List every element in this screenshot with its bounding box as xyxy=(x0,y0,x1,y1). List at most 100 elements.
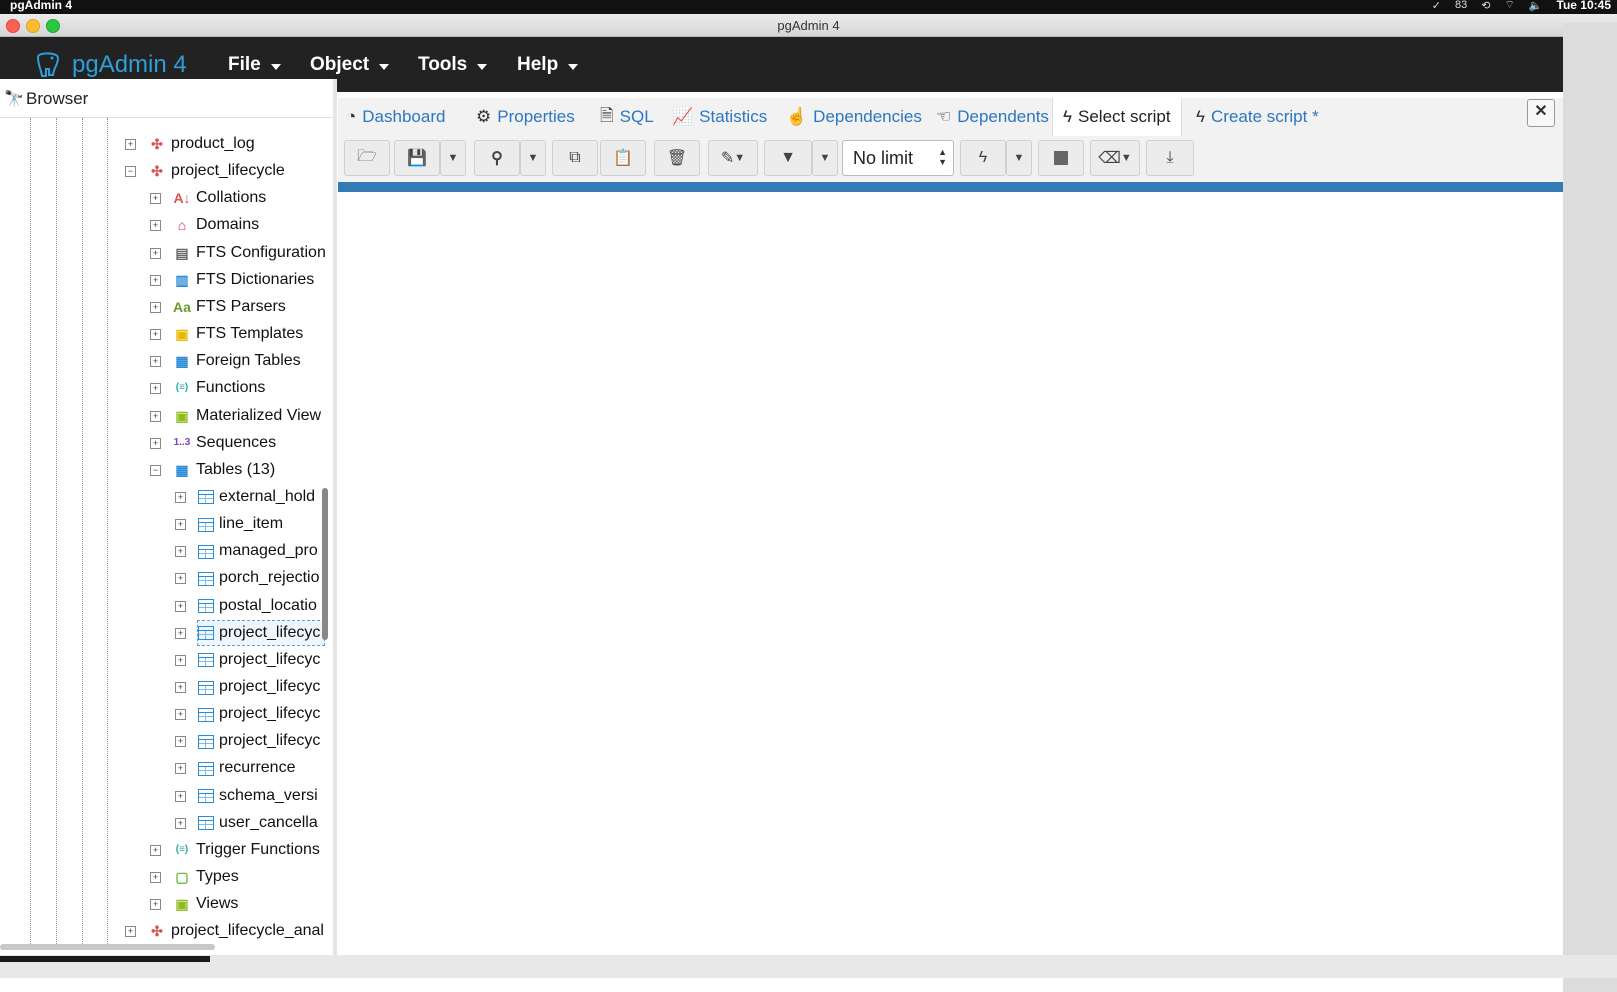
expand-node-icon[interactable]: + xyxy=(150,437,161,449)
expand-node-icon[interactable]: + xyxy=(175,546,186,558)
expand-node-icon[interactable]: + xyxy=(150,383,161,395)
tree-horizontal-scrollbar[interactable] xyxy=(0,944,215,950)
tree-node[interactable]: external_hold xyxy=(198,485,315,509)
tree-node[interactable]: ✣ project_lifecycle xyxy=(148,159,285,183)
tree-node[interactable]: managed_pro xyxy=(198,539,318,563)
menu-object[interactable]: Object xyxy=(310,54,390,76)
tree-node[interactable]: ▣ Views xyxy=(173,892,238,916)
save-dropdown-button[interactable]: ▼ xyxy=(440,140,466,176)
tab-statistics[interactable]: 📈 Statistics xyxy=(672,98,767,136)
menu-file[interactable]: File xyxy=(228,54,281,76)
tree-node[interactable]: project_lifecyc xyxy=(198,702,320,726)
tab-select-script[interactable]: ϟ Select script xyxy=(1052,98,1182,136)
download-button[interactable]: ⤓ xyxy=(1146,140,1194,176)
panel-splitter[interactable] xyxy=(333,79,337,959)
expand-node-icon[interactable]: + xyxy=(175,682,186,693)
expand-node-icon[interactable]: + xyxy=(150,193,161,205)
expand-node-icon[interactable]: + xyxy=(175,817,186,829)
tree-node[interactable]: (≡) Functions xyxy=(173,376,266,400)
tab-sql[interactable]: 🗎 SQL xyxy=(600,98,654,136)
time-machine-icon[interactable]: ⟲ xyxy=(1481,0,1490,12)
execute-dropdown-button[interactable]: ▼ xyxy=(1006,140,1032,176)
tree-node[interactable]: ▥ FTS Dictionaries xyxy=(173,268,314,292)
tree-node[interactable]: postal_locatio xyxy=(198,594,317,618)
tab-dependents[interactable]: ☜ Dependents xyxy=(936,98,1049,136)
tree-node[interactable]: ✣ project_lifecycle_anal xyxy=(148,919,324,943)
tree-node[interactable]: ▣ Materialized View xyxy=(173,404,321,428)
expand-node-icon[interactable]: + xyxy=(150,899,161,911)
tree-node[interactable]: ▦ Foreign Tables xyxy=(173,349,300,373)
tree-node[interactable]: ▢ Types xyxy=(173,865,238,889)
clear-button[interactable]: ⌫ ▼ xyxy=(1090,140,1140,176)
execute-button[interactable]: ϟ xyxy=(960,140,1006,176)
expand-node-icon[interactable]: + xyxy=(150,410,161,422)
expand-node-icon[interactable]: + xyxy=(175,654,186,666)
expand-node-icon[interactable]: + xyxy=(175,627,186,639)
menu-tools[interactable]: Tools xyxy=(418,54,488,76)
expand-node-icon[interactable]: + xyxy=(150,220,161,232)
delete-button[interactable]: 🗑 xyxy=(654,140,700,176)
copy-button[interactable]: ⧉ xyxy=(552,140,598,176)
expand-node-icon[interactable]: + xyxy=(150,872,161,884)
expand-node-icon[interactable]: + xyxy=(150,356,161,368)
tree-node[interactable]: line_item xyxy=(198,512,283,536)
tab-dependencies[interactable]: ☝ Dependencies xyxy=(786,98,922,136)
expand-node-icon[interactable]: + xyxy=(150,301,161,313)
tree-node[interactable]: ▣ FTS Templates xyxy=(173,322,303,346)
expand-node-icon[interactable]: + xyxy=(175,491,186,503)
script-content-area[interactable] xyxy=(338,192,1563,955)
clock[interactable]: Tue 10:45 xyxy=(1557,0,1611,12)
menu-help[interactable]: Help xyxy=(517,54,579,76)
expand-node-icon[interactable]: + xyxy=(125,139,136,150)
expand-node-icon[interactable]: + xyxy=(150,329,161,341)
tab-create-script[interactable]: ϟ Create script * xyxy=(1196,98,1319,136)
tree-node[interactable]: user_cancella xyxy=(198,811,318,835)
filter-button[interactable]: ▼ xyxy=(764,140,812,176)
expand-node-icon[interactable]: + xyxy=(175,736,186,748)
tree-node[interactable]: schema_versi xyxy=(198,784,318,808)
close-tab-button[interactable]: ✕ xyxy=(1527,99,1555,127)
expand-node-icon[interactable]: + xyxy=(175,709,186,721)
edit-button[interactable]: ✎ ▼ xyxy=(708,140,758,176)
tab-properties[interactable]: ⚙ Properties xyxy=(476,98,575,136)
expand-node-icon[interactable]: + xyxy=(150,274,161,286)
tree-node[interactable]: Aa FTS Parsers xyxy=(173,295,286,319)
browser-tree[interactable]: + ✣ product_log − ✣ project_lifecycle + A↓ Colla… xyxy=(0,118,330,958)
save-button[interactable]: 💾 xyxy=(394,140,440,176)
find-dropdown-button[interactable]: ▼ xyxy=(520,140,546,176)
tree-node[interactable]: project_lifecyc xyxy=(198,729,320,753)
volume-icon[interactable]: 🔈 xyxy=(1529,0,1543,12)
paste-button[interactable]: 📋 xyxy=(600,140,646,176)
expand-node-icon[interactable]: + xyxy=(125,926,136,938)
expand-node-icon[interactable]: + xyxy=(175,573,186,585)
collapse-node-icon[interactable]: − xyxy=(125,166,136,178)
tab-dashboard[interactable]: ◔ Dashboard xyxy=(346,98,445,136)
expand-node-icon[interactable]: + xyxy=(175,600,186,612)
tree-node[interactable]: ▦ Tables (13) xyxy=(173,458,275,482)
tree-node[interactable]: ✣ product_log xyxy=(148,132,255,156)
stop-button[interactable] xyxy=(1038,140,1084,176)
row-limit-select[interactable]: No limit ▲ ▼ xyxy=(842,140,954,176)
find-button[interactable]: ⚲ xyxy=(474,140,520,176)
expand-node-icon[interactable]: + xyxy=(175,519,186,531)
expand-node-icon[interactable]: + xyxy=(150,247,161,259)
tree-node[interactable]: project_lifecyc xyxy=(196,619,326,646)
check-icon[interactable]: ✓ xyxy=(1432,0,1441,12)
tree-vertical-scrollbar[interactable] xyxy=(322,488,328,640)
tree-node[interactable]: recurrence xyxy=(198,756,295,780)
expand-node-icon[interactable]: + xyxy=(150,844,161,856)
expand-node-icon[interactable]: + xyxy=(175,790,186,802)
tree-node[interactable]: (≡) Trigger Functions xyxy=(173,838,320,862)
tree-node[interactable]: porch_rejectio xyxy=(198,566,320,590)
wifi-icon[interactable]: ⌔ xyxy=(1504,0,1514,12)
tree-node[interactable]: ▤ FTS Configuration xyxy=(173,241,325,265)
tree-node[interactable]: 1..3 Sequences xyxy=(173,431,276,455)
tree-node[interactable]: A↓ Collations xyxy=(173,186,266,210)
tree-node[interactable]: project_lifecyc xyxy=(198,648,320,672)
open-file-button[interactable]: 🗁 xyxy=(344,140,390,176)
filter-dropdown-button[interactable]: ▼ xyxy=(812,140,838,176)
collapse-node-icon[interactable]: − xyxy=(150,464,161,476)
tree-node[interactable]: ⌂ Domains xyxy=(173,213,259,237)
expand-node-icon[interactable]: + xyxy=(175,763,186,775)
tree-node[interactable]: project_lifecyc xyxy=(198,675,320,699)
